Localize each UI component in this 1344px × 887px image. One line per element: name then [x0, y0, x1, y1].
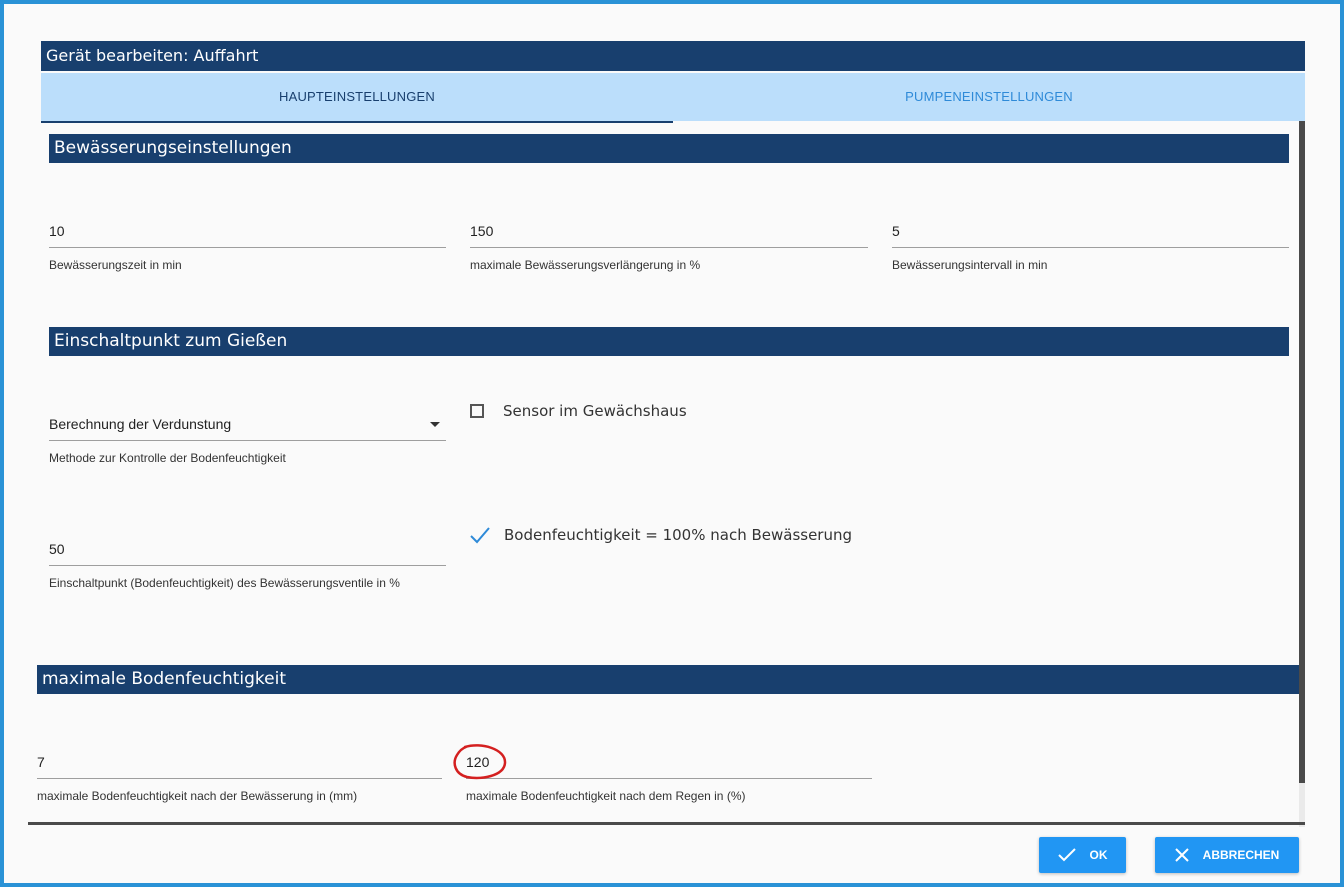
max-extension-input[interactable]: 150 — [470, 219, 868, 248]
max-extension-helper: maximale Bewässerungsverlängerung in % — [470, 258, 701, 272]
irrigation-interval-input[interactable]: 5 — [892, 219, 1289, 248]
dialog-title: Gerät bearbeiten: Auffahrt — [41, 41, 1305, 71]
scrollbar-thumb[interactable] — [1299, 121, 1305, 783]
method-select[interactable]: Berechnung der Verdunstung — [49, 412, 446, 441]
soil-moisture-label: Bodenfeuchtigkeit = 100% nach Bewässerun… — [504, 526, 853, 544]
irrigation-time-input[interactable]: 10 — [49, 219, 446, 248]
switch-point-field[interactable]: 50 Einschaltpunkt (Bodenfeuchtigkeit) de… — [49, 537, 446, 590]
irrigation-time-field[interactable]: 10 Bewässerungszeit in min — [49, 219, 446, 272]
sensor-greenhouse-checkbox-row[interactable]: Sensor im Gewächshaus — [470, 402, 687, 420]
irrigation-interval-helper: Bewässerungsintervall in min — [892, 258, 1048, 272]
max-moisture-irrigation-helper: maximale Bodenfeuchtigkeit nach der Bewä… — [37, 789, 358, 803]
tab-pump-settings[interactable]: PUMPENEINSTELLUNGEN — [673, 73, 1305, 121]
dropdown-arrow-icon[interactable] — [430, 422, 440, 427]
soil-moisture-checkbox-row[interactable]: Bodenfeuchtigkeit = 100% nach Bewässerun… — [469, 525, 852, 545]
section-header-switch-point: Einschaltpunkt zum Gießen — [49, 327, 1289, 356]
max-moisture-rain-input[interactable]: 120 — [466, 750, 872, 779]
checkmark-icon[interactable] — [469, 525, 491, 545]
ok-button[interactable]: OK — [1039, 837, 1126, 873]
method-select-field[interactable]: Berechnung der Verdunstung Methode zur K… — [49, 412, 446, 465]
section-header-max-soil-moisture: maximale Bodenfeuchtigkeit — [37, 665, 1301, 694]
cancel-label: ABBRECHEN — [1202, 848, 1280, 862]
max-extension-field[interactable]: 150 maximale Bewässerungsverlängerung in… — [470, 219, 868, 272]
method-select-helper: Methode zur Kontrolle der Bodenfeuchtigk… — [49, 451, 286, 465]
section-header-irrigation-settings: Bewässerungseinstellungen — [49, 134, 1289, 163]
max-moisture-irrigation-input[interactable]: 7 — [37, 750, 442, 779]
cancel-button[interactable]: ABBRECHEN — [1155, 837, 1299, 873]
close-icon — [1174, 848, 1189, 862]
max-moisture-irrigation-field[interactable]: 7 maximale Bodenfeuchtigkeit nach der Be… — [37, 750, 442, 803]
switch-point-input[interactable]: 50 — [49, 537, 446, 566]
tab-bar: HAUPTEINSTELLUNGEN PUMPENEINSTELLUNGEN — [41, 73, 1305, 123]
check-icon — [1057, 848, 1076, 862]
max-moisture-rain-helper: maximale Bodenfeuchtigkeit nach dem Rege… — [466, 789, 746, 803]
ok-label: OK — [1089, 848, 1108, 862]
method-select-value: Berechnung der Verdunstung — [49, 416, 232, 432]
switch-point-helper: Einschaltpunkt (Bodenfeuchtigkeit) des B… — [49, 576, 400, 590]
max-moisture-rain-field[interactable]: 120 maximale Bodenfeuchtigkeit nach dem … — [466, 750, 872, 803]
irrigation-time-helper: Bewässerungszeit in min — [49, 258, 182, 272]
sensor-greenhouse-checkbox[interactable] — [470, 404, 484, 418]
edit-device-dialog: Gerät bearbeiten: Auffahrt HAUPTEINSTELL… — [4, 4, 1340, 883]
sensor-greenhouse-label: Sensor im Gewächshaus — [503, 402, 687, 420]
tab-main-settings[interactable]: HAUPTEINSTELLUNGEN — [41, 73, 673, 123]
scrollbar[interactable] — [1299, 121, 1305, 827]
content-divider — [28, 822, 1305, 825]
irrigation-interval-field[interactable]: 5 Bewässerungsintervall in min — [892, 219, 1289, 272]
